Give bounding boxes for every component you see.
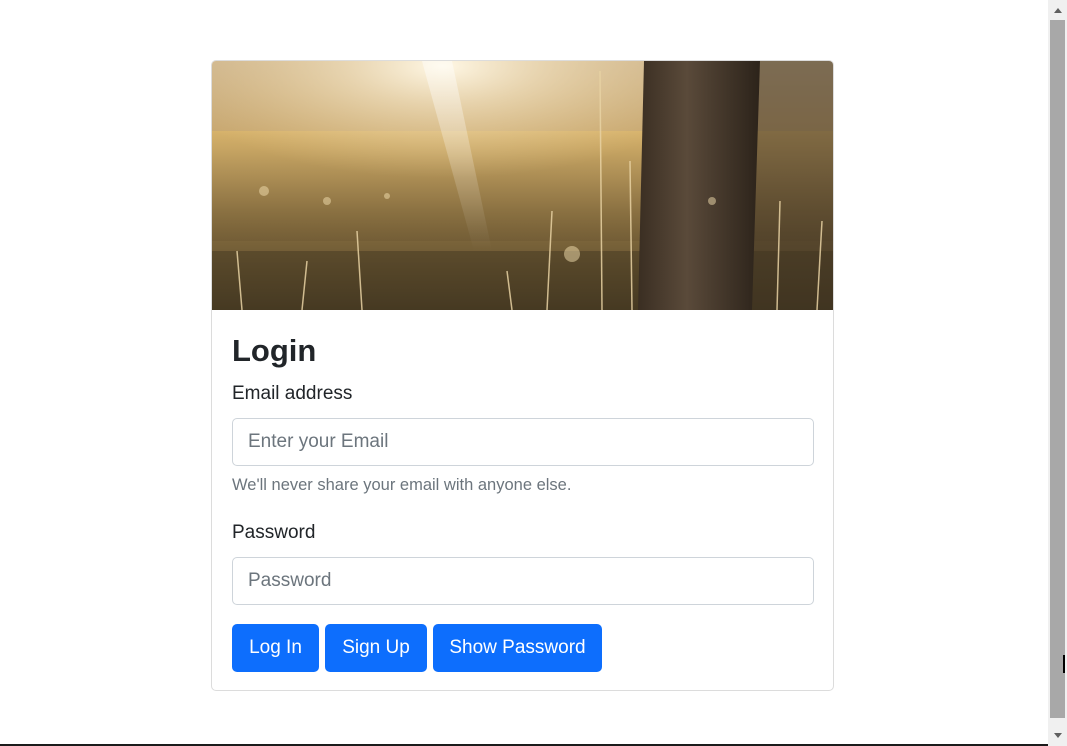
password-label: Password <box>232 522 316 543</box>
email-help-text: We'll never share your email with anyone… <box>232 476 572 494</box>
arrow-down-icon <box>1053 733 1062 738</box>
email-input[interactable] <box>232 418 814 466</box>
vertical-scrollbar[interactable] <box>1048 0 1067 746</box>
button-group: Log In Sign Up Show Password <box>232 624 602 672</box>
signup-button[interactable]: Sign Up <box>325 624 427 672</box>
page-title: Login <box>232 333 317 368</box>
card-header-image <box>212 61 833 310</box>
email-label: Email address <box>232 383 353 404</box>
scroll-down-button[interactable] <box>1048 727 1067 744</box>
show-password-button[interactable]: Show Password <box>433 624 602 672</box>
password-input[interactable] <box>232 557 814 605</box>
login-card: Login Email address We'll never share yo… <box>211 60 834 691</box>
scrollbar-thumb[interactable] <box>1050 20 1065 718</box>
mouse-cursor <box>1063 655 1067 673</box>
browser-viewport: Login Email address We'll never share yo… <box>0 0 1067 746</box>
arrow-up-icon <box>1053 8 1062 13</box>
login-button[interactable]: Log In <box>232 624 319 672</box>
scroll-up-button[interactable] <box>1048 2 1067 19</box>
